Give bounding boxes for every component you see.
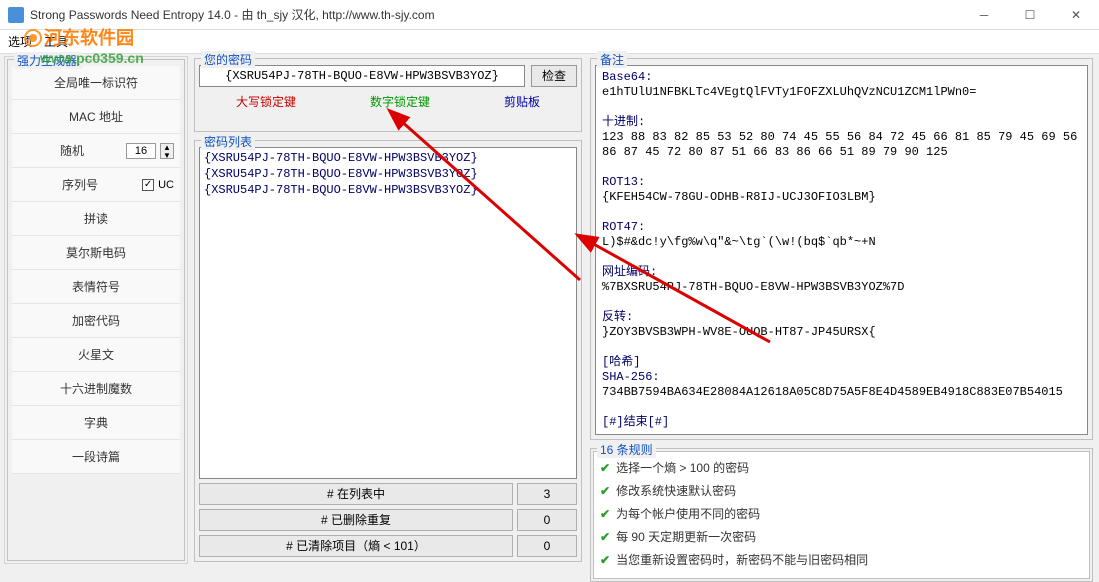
spin-up-icon[interactable]: ▲▼ — [160, 143, 174, 159]
close-button[interactable]: ✕ — [1053, 0, 1099, 30]
capslock-indicator: 大写锁定键 — [236, 93, 296, 110]
check-button[interactable]: 检查 — [531, 65, 577, 87]
sidebar-item-label: 序列号 — [18, 176, 142, 193]
sidebar-item-2[interactable]: 随机16▲▼ — [12, 134, 180, 168]
stat-value-0: 3 — [517, 483, 577, 505]
rule-item: ✔ 为每个帐户使用不同的密码 — [600, 502, 1083, 525]
sidebar-item-1[interactable]: MAC 地址 — [12, 100, 180, 134]
sidebar-item-3[interactable]: 序列号✓ UC — [12, 168, 180, 202]
list-item[interactable]: {XSRU54PJ-78TH-BQUO-E8VW-HPW3BSVB3YOZ} — [204, 150, 572, 166]
list-group-label: 密码列表 — [201, 133, 255, 150]
password-listbox[interactable]: {XSRU54PJ-78TH-BQUO-E8VW-HPW3BSVB3YOZ}{X… — [199, 147, 577, 479]
window-title: Strong Passwords Need Entropy 14.0 - 由 t… — [30, 6, 435, 23]
remarks-line: }ZOY3BVSB3WPH-WV8E-OUQB-HT87-JP45URSX{ — [602, 325, 1081, 340]
sidebar-item-8[interactable]: 火星文 — [12, 338, 180, 372]
check-icon: ✔ — [600, 553, 610, 567]
remarks-line: e1hTUlU1NFBKLTc4VEgtQlFVTy1FOFZXLUhQVzNC… — [602, 85, 1081, 100]
sidebar-item-4[interactable]: 拼读 — [12, 202, 180, 236]
sidebar-item-6[interactable]: 表情符号 — [12, 270, 180, 304]
remarks-line — [602, 295, 1081, 310]
rule-item: ✔ 每 90 天定期更新一次密码 — [600, 525, 1083, 548]
remarks-line: L)$#&dc!y\fg%w\q"&~\tg`(\w!(bq$`qb*~+N — [602, 235, 1081, 250]
password-input[interactable]: {XSRU54PJ-78TH-BQUO-E8VW-HPW3BSVB3YOZ} — [199, 65, 525, 87]
check-icon: ✔ — [600, 461, 610, 475]
remarks-line: Base64: — [602, 70, 1081, 85]
remarks-line: {KFEH54CW-78GU-ODHB-R8IJ-UCJ3OFIO3LBM} — [602, 190, 1081, 205]
remarks-line — [602, 340, 1081, 355]
sidebar-item-11[interactable]: 一段诗篇 — [12, 440, 180, 474]
rule-text: 修改系统快速默认密码 — [616, 482, 736, 499]
rule-item: ✔ 修改系统快速默认密码 — [600, 479, 1083, 502]
sidebar-item-label: 全局唯一标识符 — [18, 74, 174, 91]
rule-text: 为每个帐户使用不同的密码 — [616, 505, 760, 522]
sidebar-item-label: 表情符号 — [18, 278, 174, 295]
list-item[interactable]: {XSRU54PJ-78TH-BQUO-E8VW-HPW3BSVB3YOZ} — [204, 182, 572, 198]
list-item[interactable]: {XSRU54PJ-78TH-BQUO-E8VW-HPW3BSVB3YOZ} — [204, 166, 572, 182]
remarks-line — [602, 160, 1081, 175]
remarks-line: 网址编码: — [602, 265, 1081, 280]
menu-tools[interactable]: 工具 — [44, 33, 68, 50]
remarks-line: 十进制: — [602, 115, 1081, 130]
check-icon: ✔ — [600, 507, 610, 521]
sidebar-item-10[interactable]: 字典 — [12, 406, 180, 440]
sidebar-item-9[interactable]: 十六进制魔数 — [12, 372, 180, 406]
remarks-group-label: 备注 — [597, 51, 627, 68]
sidebar-item-label: 十六进制魔数 — [18, 380, 174, 397]
check-icon: ✔ — [600, 484, 610, 498]
stat-label-2: # 已清除项目（熵 < 101） — [199, 535, 513, 557]
sidebar-item-label: 随机 — [18, 142, 126, 159]
remarks-line: [#]结束[#] — [602, 415, 1081, 430]
menu-bar: 选项 工具 — [0, 30, 1099, 54]
remarks-line — [602, 400, 1081, 415]
remarks-line: [哈希] — [602, 355, 1081, 370]
generator-group-label: 强力生成器: — [14, 52, 83, 69]
minimize-button[interactable]: ─ — [961, 0, 1007, 30]
uc-label: UC — [158, 179, 174, 191]
title-bar: Strong Passwords Need Entropy 14.0 - 由 t… — [0, 0, 1099, 30]
rule-text: 当您重新设置密码时，新密码不能与旧密码相同 — [616, 551, 868, 568]
sidebar-item-label: 火星文 — [18, 346, 174, 363]
check-icon: ✔ — [600, 530, 610, 544]
sidebar-item-label: 一段诗篇 — [18, 448, 174, 465]
remarks-line: 734BB7594BA634E28084A12618A05C8D75A5F8E4… — [602, 385, 1081, 400]
sidebar-item-label: MAC 地址 — [18, 108, 174, 125]
sidebar-item-label: 拼读 — [18, 210, 174, 227]
app-icon — [8, 7, 24, 23]
sidebar-item-5[interactable]: 莫尔斯电码 — [12, 236, 180, 270]
remarks-line: ROT13: — [602, 175, 1081, 190]
sidebar-item-label: 字典 — [18, 414, 174, 431]
random-length-spinner[interactable]: 16 — [126, 143, 156, 159]
remarks-line: %7BXSRU54PJ-78TH-BQUO-E8VW-HPW3BSVB3YOZ%… — [602, 280, 1081, 295]
password-group-label: 您的密码 — [201, 51, 255, 68]
uc-checkbox[interactable]: ✓ — [142, 179, 154, 191]
stat-value-2: 0 — [517, 535, 577, 557]
rule-text: 选择一个熵 > 100 的密码 — [616, 459, 749, 476]
remarks-line — [602, 250, 1081, 265]
remarks-line: SHA-256: — [602, 370, 1081, 385]
remarks-line: ROT47: — [602, 220, 1081, 235]
stat-label-1: # 已删除重复 — [199, 509, 513, 531]
remarks-line — [602, 100, 1081, 115]
numlock-indicator: 数字锁定键 — [370, 93, 430, 110]
remarks-line: 反转: — [602, 310, 1081, 325]
rule-text: 每 90 天定期更新一次密码 — [616, 528, 756, 545]
rules-group-label: 16 条规则 — [597, 441, 656, 458]
maximize-button[interactable]: ☐ — [1007, 0, 1053, 30]
sidebar-item-label: 加密代码 — [18, 312, 174, 329]
menu-options[interactable]: 选项 — [8, 33, 32, 50]
sidebar-item-7[interactable]: 加密代码 — [12, 304, 180, 338]
sidebar-item-label: 莫尔斯电码 — [18, 244, 174, 261]
remarks-line — [602, 205, 1081, 220]
stat-value-1: 0 — [517, 509, 577, 531]
rules-listbox[interactable]: ✔ 选择一个熵 > 100 的密码 ✔ 修改系统快速默认密码 ✔ 为每个帐户使用不同的密码… — [593, 451, 1090, 579]
rule-item: ✔ 选择一个熵 > 100 的密码 — [600, 456, 1083, 479]
remarks-line: 123 88 83 82 85 53 52 80 74 45 55 56 84 … — [602, 130, 1081, 160]
stat-label-0: # 在列表中 — [199, 483, 513, 505]
remarks-textbox[interactable]: Base64:e1hTUlU1NFBKLTc4VEgtQlFVTy1FOFZXL… — [595, 65, 1088, 435]
sidebar-item-0[interactable]: 全局唯一标识符 — [12, 66, 180, 100]
clipboard-indicator[interactable]: 剪贴板 — [504, 93, 540, 110]
